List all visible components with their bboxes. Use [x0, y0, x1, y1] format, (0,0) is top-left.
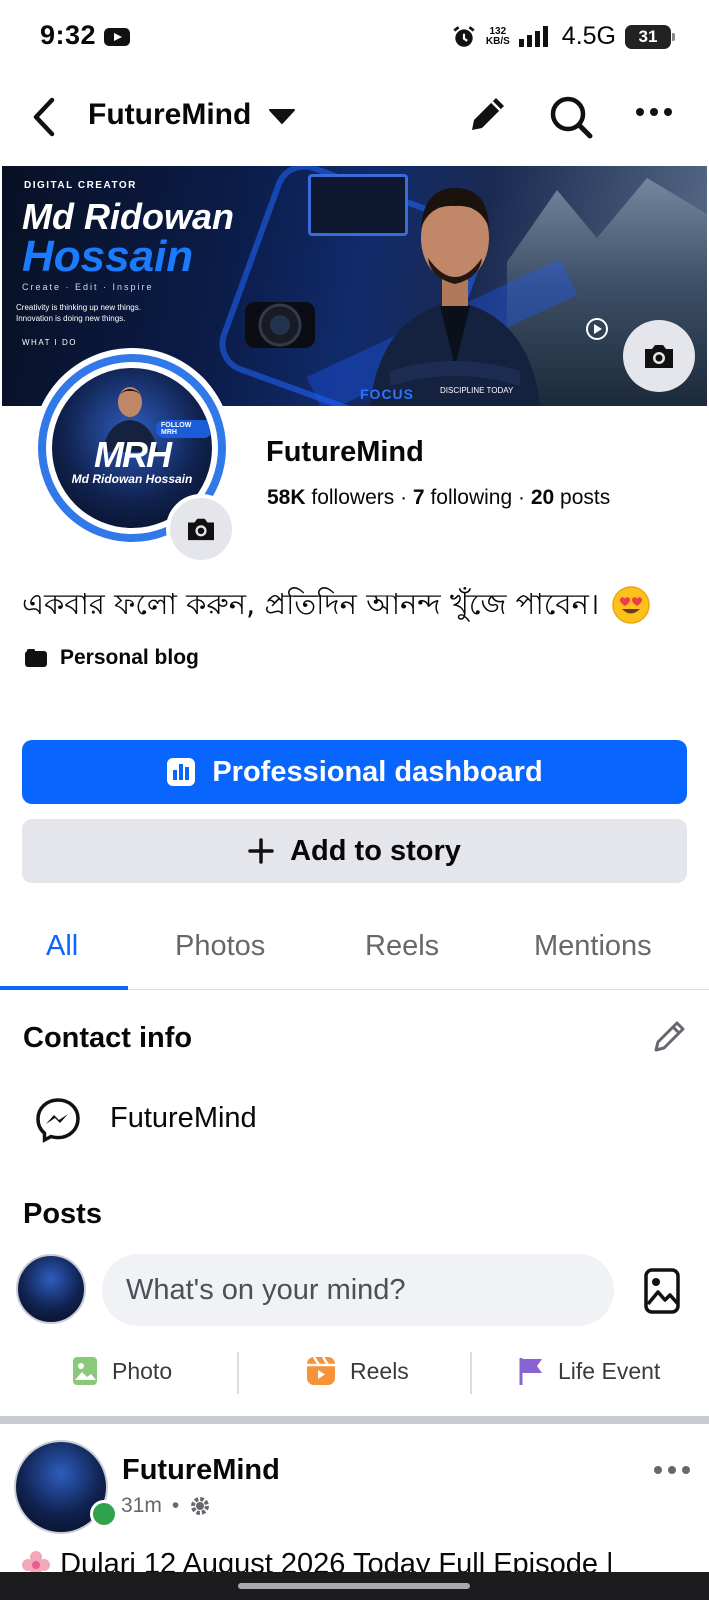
life-event-label: Life Event	[558, 1357, 661, 1384]
reels-action[interactable]: Reels	[306, 1356, 409, 1386]
avatar-monogram: MRH	[94, 434, 172, 475]
posts-label: posts	[560, 486, 611, 509]
dashboard-label: Professional dashboard	[212, 755, 543, 788]
gear-icon	[191, 1497, 210, 1515]
cover-focus: FOCUS	[360, 386, 414, 402]
alarm-icon	[453, 25, 475, 47]
section-divider	[0, 1416, 709, 1424]
heart-eyes-emoji-icon	[612, 586, 650, 624]
messenger-username[interactable]: FutureMind	[110, 1102, 257, 1135]
top-bar: FutureMind	[0, 72, 709, 164]
posts-count: 20	[530, 486, 555, 509]
status-bar: 9:32 132 KB/S 4.5G 31	[0, 0, 709, 72]
edit-cover-camera-button[interactable]	[623, 320, 695, 392]
profile-name: FutureMind	[266, 436, 424, 468]
avatar-follow-badge: FOLLOW MRH	[156, 420, 212, 438]
edit-pencil-icon[interactable]	[466, 92, 510, 136]
page-title[interactable]: FutureMind	[88, 98, 251, 132]
online-status-dot	[90, 1500, 118, 1528]
back-arrow-icon[interactable]	[28, 94, 60, 140]
reels-label: Reels	[350, 1357, 409, 1384]
home-gesture-handle[interactable]	[238, 1583, 470, 1589]
edit-profile-picture-camera-button[interactable]	[166, 494, 236, 564]
followers-count[interactable]: 58K	[267, 486, 306, 509]
network-type: 4.5G	[561, 22, 616, 50]
post-more-options-icon[interactable]	[652, 1462, 692, 1478]
battery-icon: 31	[625, 24, 675, 49]
profile-stats: 58K followers · 7 following · 20 posts	[267, 486, 611, 509]
tab-photos[interactable]: Photos	[175, 930, 265, 963]
followers-label[interactable]: followers	[311, 486, 394, 509]
tab-mentions[interactable]: Mentions	[534, 930, 652, 963]
cover-discipline: DISCIPLINE TODAY	[440, 386, 514, 395]
following-count[interactable]: 7	[413, 486, 425, 509]
more-options-icon[interactable]	[634, 102, 674, 122]
photo-label: Photo	[112, 1357, 173, 1384]
composer-placeholder: What's on your mind?	[126, 1273, 406, 1306]
category-icon	[25, 649, 47, 667]
edit-contact-pencil-icon[interactable]	[650, 1018, 688, 1056]
profile-category: Personal blog	[24, 646, 199, 670]
cover-kicker: DIGITAL CREATOR	[24, 180, 137, 191]
youtube-notification-icon	[104, 28, 130, 46]
active-tab-indicator	[0, 986, 128, 990]
profile-tabs: All Photos Reels Mentions	[0, 900, 709, 990]
cover-tagline: Create · Edit · Inspire	[22, 282, 154, 292]
battery-level: 31	[638, 26, 658, 46]
photo-action[interactable]: Photo	[72, 1356, 172, 1386]
post-author-name[interactable]: FutureMind	[122, 1454, 280, 1487]
camera-icon	[188, 518, 214, 541]
signal-icon	[518, 25, 548, 47]
life-event-action[interactable]: Life Event	[518, 1356, 660, 1386]
divider	[237, 1352, 239, 1394]
status-time: 9:32	[40, 20, 97, 50]
category-label: Personal blog	[60, 646, 199, 669]
cover-what-i-do: WHAT I DO	[22, 338, 77, 347]
add-to-story-button[interactable]: Add to story	[22, 819, 687, 883]
add-photo-icon[interactable]	[644, 1268, 680, 1314]
network-speed: 132 KB/S	[485, 25, 510, 47]
system-navigation-bar	[0, 1572, 709, 1600]
composer-avatar[interactable]	[16, 1254, 86, 1324]
cover-person-graphic	[370, 188, 540, 406]
camera-lens-graphic	[245, 302, 315, 348]
status-right: 132 KB/S 4.5G 31	[451, 22, 675, 51]
dashboard-chart-icon	[167, 758, 196, 786]
tab-all[interactable]: All	[46, 930, 78, 963]
post-time[interactable]: 31m	[121, 1494, 162, 1518]
posts-title: Posts	[23, 1198, 102, 1230]
messenger-icon	[36, 1098, 80, 1143]
post-meta: 31m •	[121, 1494, 211, 1518]
speed-value: 132	[489, 25, 507, 37]
cover-quote: Creativity is thinking up new things. In…	[16, 303, 141, 323]
camera-icon	[645, 345, 673, 368]
reels-icon	[307, 1356, 335, 1385]
play-icon	[586, 318, 608, 340]
contact-info-title: Contact info	[23, 1022, 193, 1054]
speed-unit: KB/S	[485, 35, 510, 47]
whats-on-your-mind-input[interactable]: What's on your mind?	[102, 1254, 614, 1326]
search-icon[interactable]	[548, 94, 594, 140]
profile-bio: একবার ফলো করুন, প্রতিদিন আনন্দ খুঁজে পাব…	[22, 587, 600, 621]
photo-icon	[73, 1357, 97, 1385]
cover-name-line2: Hossain	[22, 232, 194, 281]
chevron-down-icon[interactable]	[268, 106, 296, 126]
following-label[interactable]: following	[430, 486, 512, 509]
tab-reels[interactable]: Reels	[365, 930, 439, 963]
post-meta-separator: •	[171, 1494, 180, 1517]
avatar-name: Md Ridowan Hossain	[71, 472, 193, 486]
story-label: Add to story	[290, 834, 461, 867]
flag-icon	[519, 1358, 542, 1385]
professional-dashboard-button[interactable]: Professional dashboard	[22, 740, 687, 804]
divider	[470, 1352, 472, 1394]
plus-icon	[248, 838, 274, 864]
